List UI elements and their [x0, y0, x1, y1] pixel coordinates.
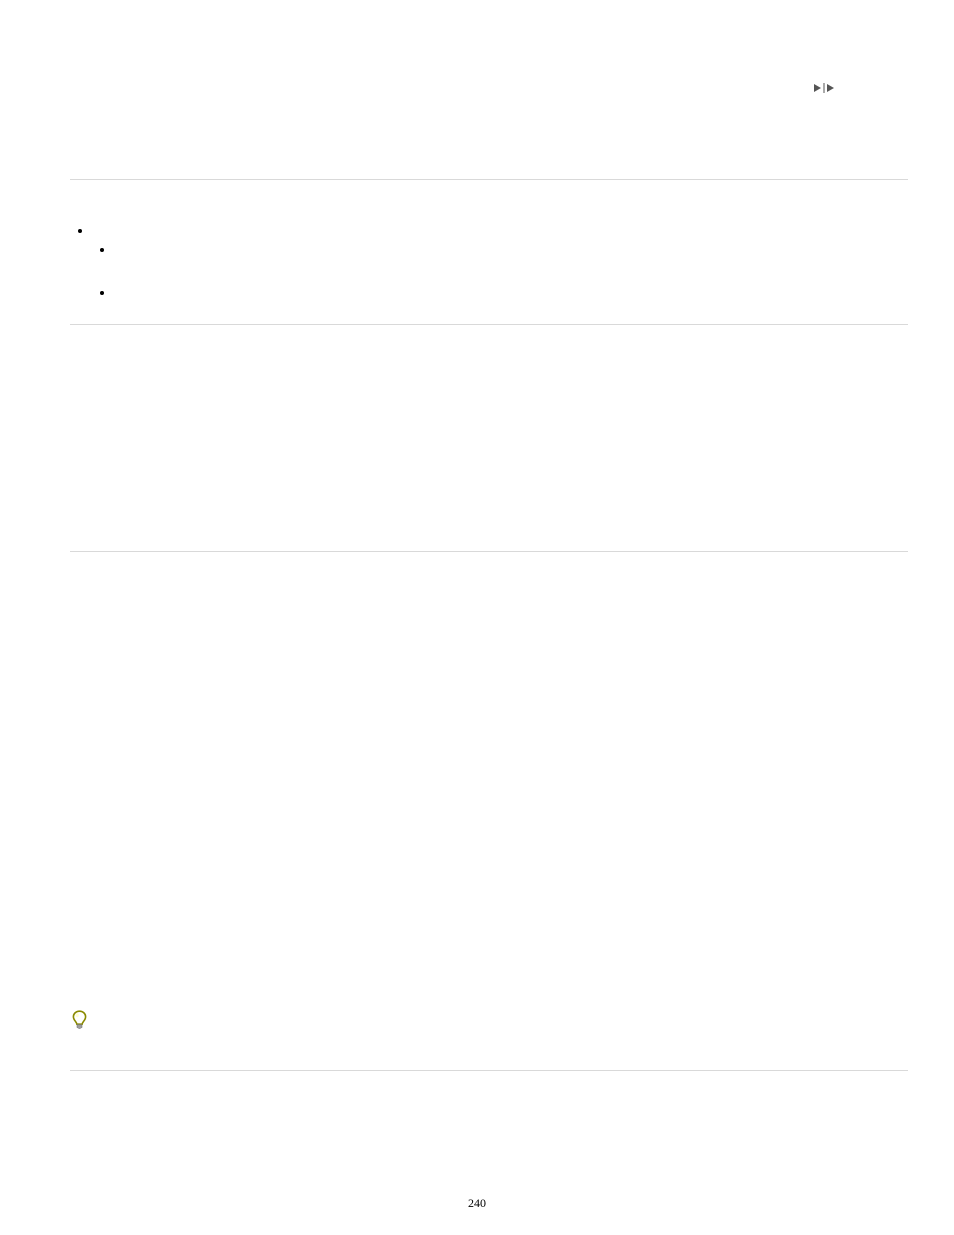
divider: [70, 551, 908, 552]
play-forward-icon: [814, 83, 836, 93]
divider: [70, 1070, 908, 1071]
lightbulb-icon: [72, 1010, 87, 1035]
divider: [70, 179, 908, 180]
document-page: 240: [0, 0, 954, 1235]
bullet: [100, 291, 104, 295]
bullet: [78, 229, 82, 233]
bullet: [100, 248, 104, 252]
divider: [70, 324, 908, 325]
page-number: 240: [0, 1196, 954, 1211]
